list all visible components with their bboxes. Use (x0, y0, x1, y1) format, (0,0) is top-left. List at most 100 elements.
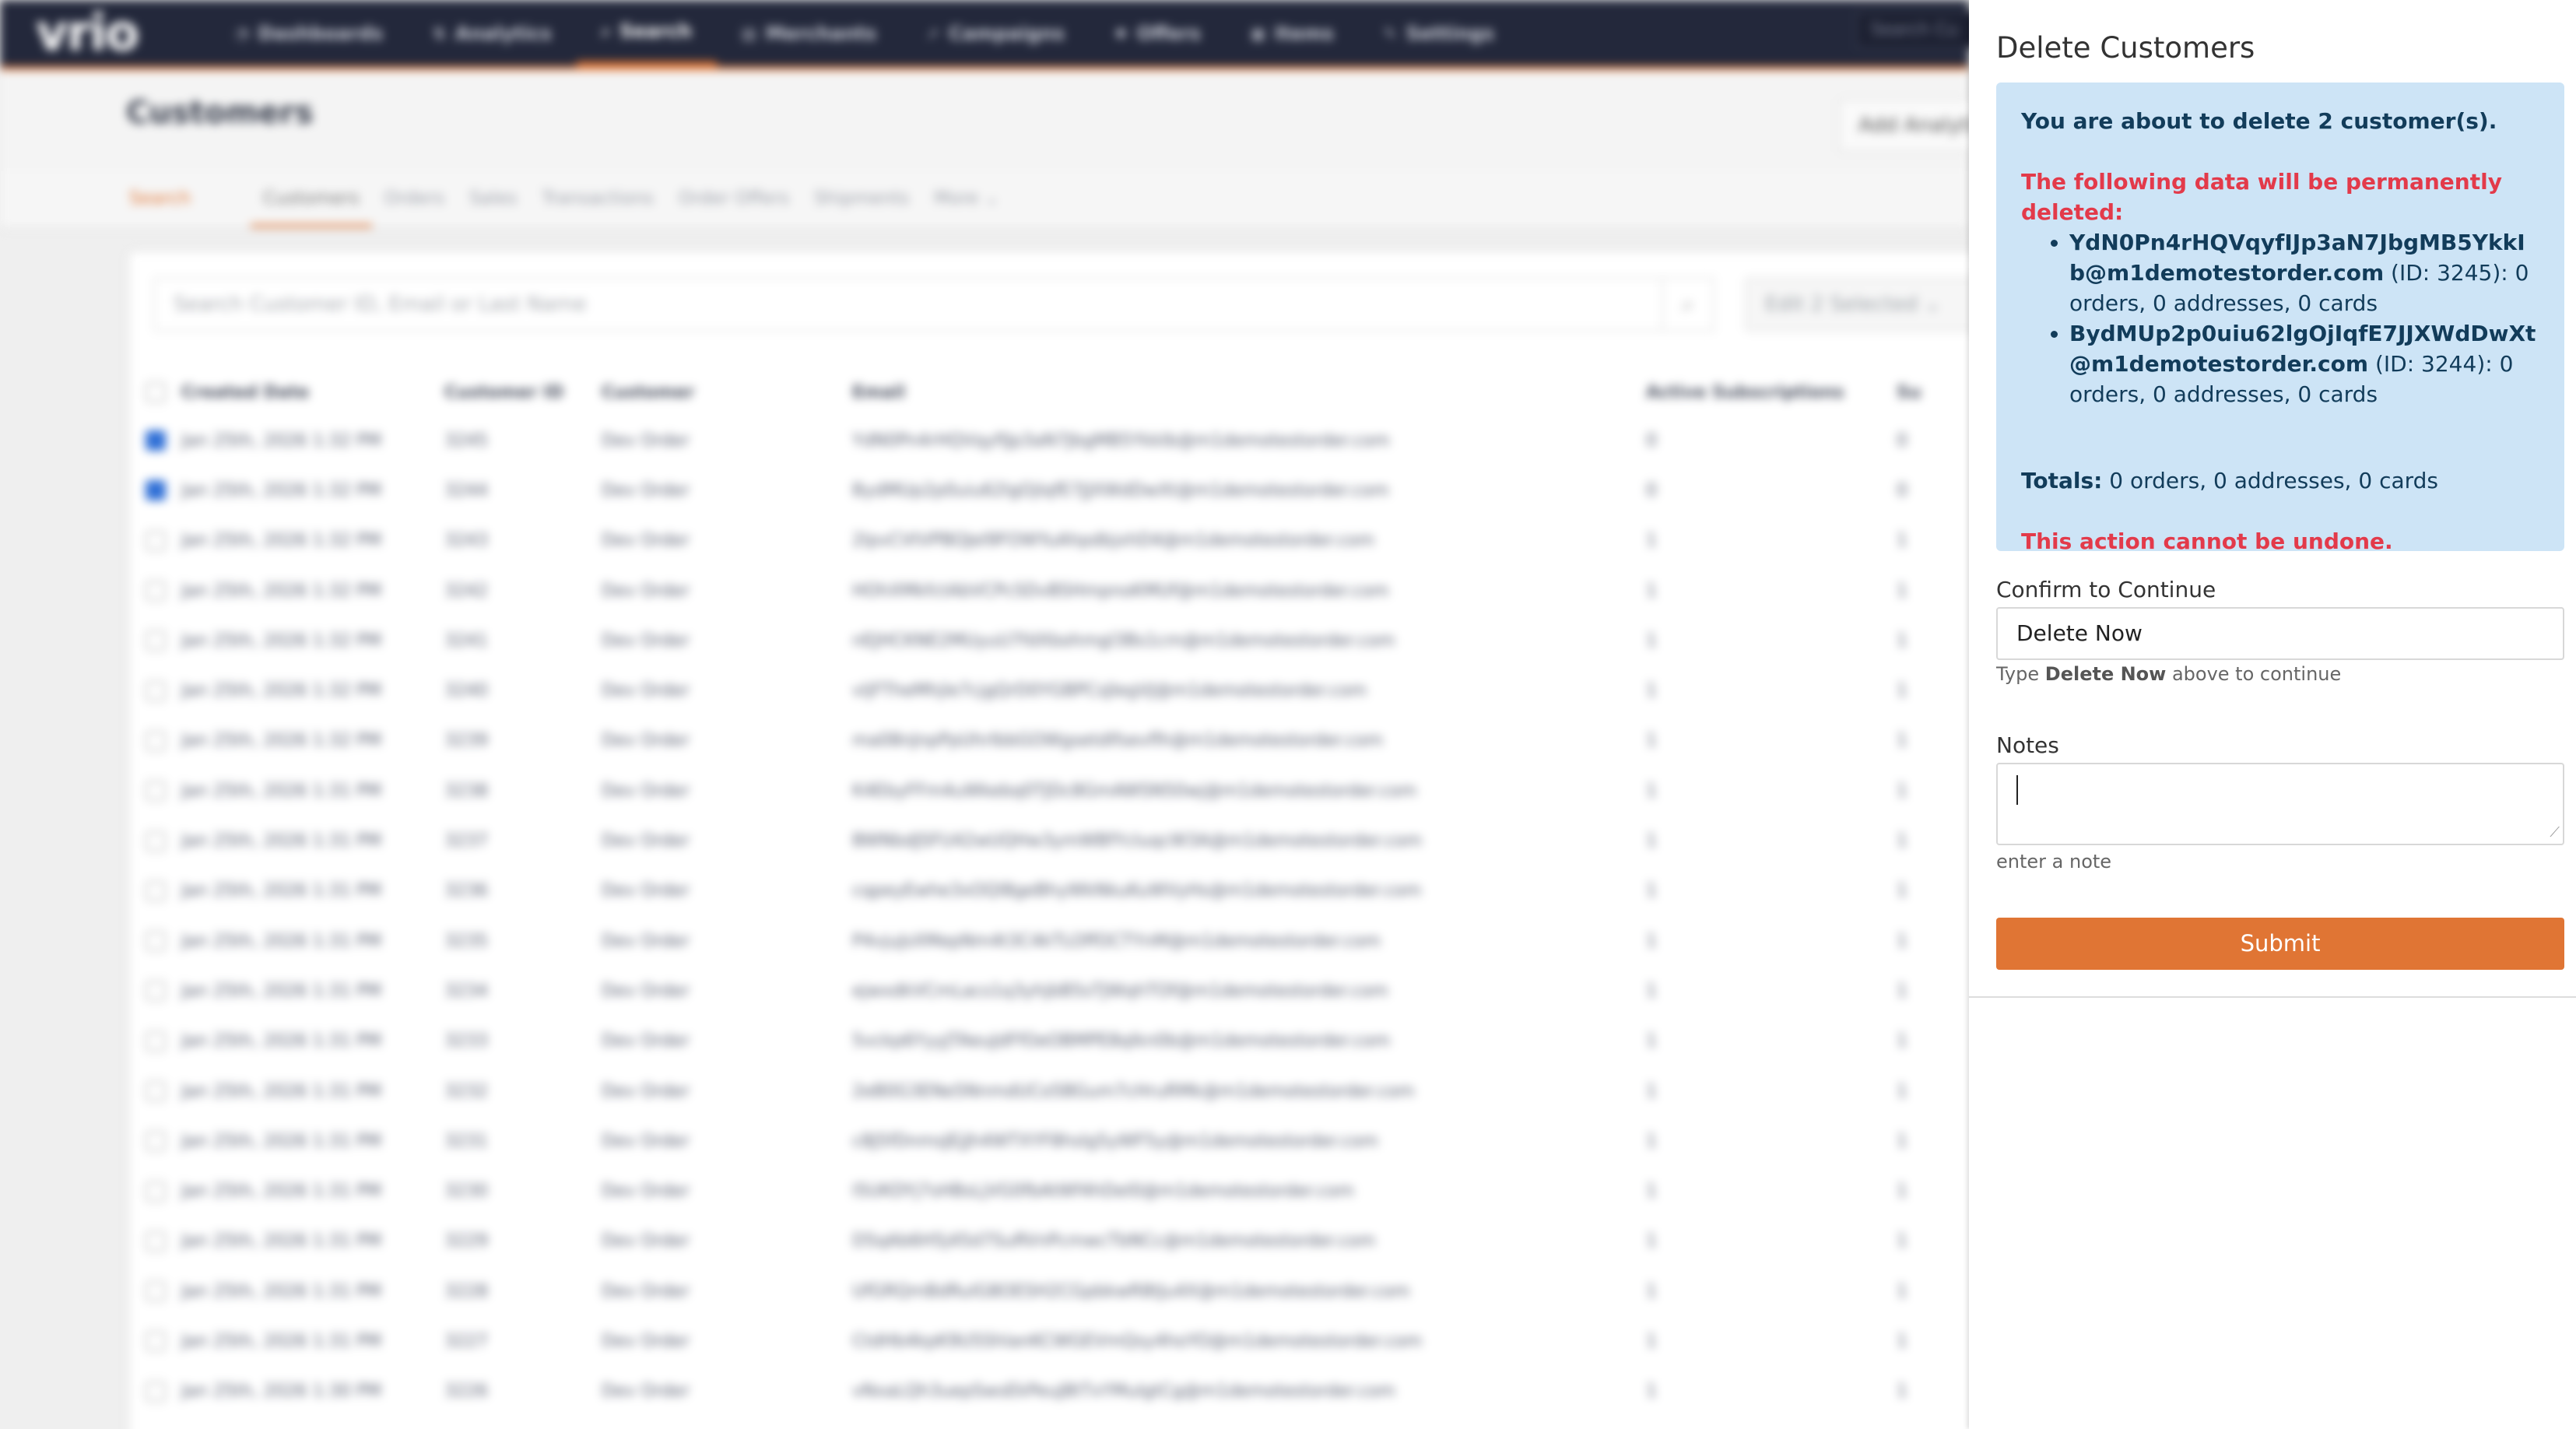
row-checkbox[interactable] (146, 1131, 166, 1152)
customer-cell: Dev Order (602, 881, 690, 901)
customer-cell: Dev Order (602, 1382, 690, 1402)
tab-search[interactable]: Search (129, 188, 191, 209)
row-checkbox[interactable] (146, 1331, 166, 1352)
row-checkbox[interactable] (146, 1030, 166, 1052)
add-analytics-button[interactable]: Add Analyti (1838, 98, 1969, 153)
tab-sales[interactable]: Sales (457, 171, 529, 227)
col-su[interactable]: Su (1897, 369, 1943, 416)
table-row[interactable]: Jan 25th, 2026 1:32 PM 3245 Dev Order YdN0P… (146, 416, 1943, 465)
table-row[interactable]: Jan 25th, 2026 1:31 PM 3228 Dev Order UfGRQ… (146, 1266, 1943, 1316)
tab-shipments[interactable]: Shipments (802, 171, 921, 227)
tab-more[interactable]: More ⌄ (921, 171, 1012, 227)
row-checkbox[interactable] (146, 1381, 166, 1402)
row-checkbox[interactable] (146, 530, 166, 551)
row-checkbox[interactable] (146, 581, 166, 602)
created-date-cell: Jan 25th, 2026 1:31 PM (181, 1181, 382, 1202)
row-checkbox[interactable] (146, 1181, 166, 1202)
customer-cell: Dev Order (602, 430, 690, 451)
table-row[interactable]: Jan 25th, 2026 1:31 PM 3229 Dev Order D5qAb… (146, 1217, 1943, 1266)
resize-grip-icon[interactable]: ⟋ (2550, 824, 2560, 841)
table-row[interactable]: Jan 25th, 2026 1:31 PM 3238 Dev Order K4Eby… (146, 766, 1943, 816)
created-date-cell: Jan 25th, 2026 1:31 PM (181, 1031, 382, 1052)
col-active-subscriptions[interactable]: Active Subscriptions (1646, 369, 1897, 416)
vrio-logo[interactable]: vrio (36, 5, 139, 62)
active-subscriptions-cell: 1 (1646, 531, 1657, 551)
cannot-undo-warning: This action cannot be undone. (2021, 528, 2393, 554)
table-row[interactable]: Jan 25th, 2026 1:31 PM 3231 Dev Order c8J5f… (146, 1116, 1943, 1166)
nav-item-search[interactable]: ⌕ Search (576, 0, 717, 66)
row-checkbox[interactable] (146, 1081, 166, 1101)
table-row[interactable]: Jan 25th, 2026 1:32 PM 3243 Dev Order 2lpvC… (146, 516, 1943, 566)
nav-item-campaigns[interactable]: ➚ Campaigns (901, 0, 1090, 66)
customer-cell: Dev Order (602, 931, 690, 951)
tab-orders[interactable]: Orders (372, 171, 457, 227)
notes-textarea[interactable]: ⟋ (1996, 763, 2564, 845)
row-checkbox[interactable] (146, 1281, 166, 1302)
nav-item-offers[interactable]: ✸ Offers (1090, 0, 1226, 66)
row-checkbox[interactable] (146, 781, 166, 802)
nav-item-items[interactable]: ▣ Items (1226, 0, 1359, 66)
settings-icon: ✎ (1383, 23, 1397, 43)
table-row[interactable]: Jan 25th, 2026 1:31 PM 3237 Dev Order BWNbd… (146, 816, 1943, 865)
page-title: Customers (126, 95, 314, 131)
row-checkbox[interactable] (146, 981, 166, 1002)
table-row[interactable]: Jan 25th, 2026 1:31 PM 3236 Dev Order cqpey… (146, 866, 1943, 916)
col-created-date[interactable]: Created Date (181, 369, 444, 416)
created-date-cell: Jan 25th, 2026 1:31 PM (181, 1231, 382, 1252)
created-date-cell: Jan 25th, 2026 1:31 PM (181, 881, 382, 901)
active-subscriptions-cell: 1 (1646, 981, 1657, 1001)
row-checkbox[interactable] (146, 830, 166, 851)
created-date-cell: Jan 25th, 2026 1:31 PM (181, 931, 382, 951)
row-checkbox[interactable] (146, 1231, 166, 1252)
customer-search-input[interactable]: Search Customer ID, Email or Last Name (153, 277, 1663, 332)
su-cell: 1 (1897, 981, 1907, 1001)
row-checkbox[interactable] (146, 480, 166, 501)
edit-selected-dropdown[interactable]: Edit 2 Selected ⌄ (1745, 277, 1969, 332)
table-row[interactable]: Jan 25th, 2026 1:31 PM 3227 Dev Order CtdHb… (146, 1316, 1943, 1366)
row-checkbox[interactable] (146, 430, 166, 451)
drawer-panel: Delete Customers You are about to delete… (1969, 0, 2576, 998)
table-row[interactable]: Jan 25th, 2026 1:31 PM 3233 Dev Order 5vckp… (146, 1016, 1943, 1066)
tab-order-offers[interactable]: Order Offers (666, 171, 802, 227)
row-checkbox[interactable] (146, 931, 166, 952)
confirm-help-text: Type Delete Now above to continue (1996, 663, 2342, 685)
col-email[interactable]: Email (852, 369, 1646, 416)
active-subscriptions-cell: 1 (1646, 881, 1657, 901)
table-row[interactable]: Jan 25th, 2026 1:32 PM 3241 Dev Order nEJHC… (146, 616, 1943, 665)
row-checkbox[interactable] (146, 880, 166, 901)
su-cell: 1 (1897, 531, 1907, 551)
table-row[interactable]: Jan 25th, 2026 1:30 PM 3226 Dev Order vNxaL… (146, 1367, 1943, 1417)
nav-item-analytics[interactable]: ⇅ Analytics (408, 0, 577, 66)
select-all-checkbox[interactable] (146, 382, 166, 402)
table-row[interactable]: Jan 25th, 2026 1:31 PM 3234 Dev Order ejwxd… (146, 966, 1943, 1016)
table-row[interactable]: Jan 25th, 2026 1:31 PM 3235 Dev Order P4vju… (146, 916, 1943, 966)
row-checkbox[interactable] (146, 680, 166, 701)
nav-item-merchants[interactable]: ▤ Merchants (717, 0, 901, 66)
row-checkbox[interactable] (146, 630, 166, 651)
global-search-input[interactable]: Search Cu (1856, 11, 1969, 48)
col-customer-id[interactable]: Customer ID (444, 369, 602, 416)
nav-menu: ◔ Dashboards ⇅ Analytics ⌕ Search ▤ Merchants ➚ C… (210, 0, 1519, 66)
search-icon[interactable]: ⌕ (1663, 277, 1714, 332)
email-cell: I5UKDYj7sHBsLjVG0fbAtWf4hDel0@m1demotest… (852, 1181, 1355, 1202)
created-date-cell: Jan 25th, 2026 1:32 PM (181, 531, 382, 551)
tab-transactions[interactable]: Transactions (529, 171, 666, 227)
active-subscriptions-cell: 1 (1646, 681, 1657, 701)
table-row[interactable]: Jan 25th, 2026 1:32 PM 3242 Dev Order HOhXM… (146, 566, 1943, 616)
row-checkbox[interactable] (146, 730, 166, 751)
col-customer[interactable]: Customer (602, 369, 852, 416)
table-row[interactable]: Jan 25th, 2026 1:32 PM 3244 Dev Order BydMU… (146, 465, 1943, 515)
nav-item-settings[interactable]: ✎ Settings (1359, 0, 1519, 66)
active-subscriptions-cell: 1 (1646, 1081, 1657, 1101)
nav-item-dashboards[interactable]: ◔ Dashboards (210, 0, 408, 66)
submit-button[interactable]: Submit (1996, 918, 2564, 970)
confirm-input[interactable]: Delete Now (1996, 607, 2564, 660)
customer-id-cell: 3233 (444, 1031, 488, 1052)
tab-customers[interactable]: Customers (251, 171, 372, 227)
table-row[interactable]: Jan 25th, 2026 1:32 PM 3240 Dev Order vIjFT… (146, 665, 1943, 715)
customer-cell: Dev Order (602, 1281, 690, 1301)
table-row[interactable]: Jan 25th, 2026 1:31 PM 3230 Dev Order I5UKD… (146, 1166, 1943, 1216)
table-row[interactable]: Jan 25th, 2026 1:31 PM 3232 Dev Order 2eB0G… (146, 1066, 1943, 1116)
table-row[interactable]: Jan 25th, 2026 1:32 PM 3239 Dev Order ma08n… (146, 716, 1943, 766)
nav-item-label: Analytics (454, 22, 552, 44)
